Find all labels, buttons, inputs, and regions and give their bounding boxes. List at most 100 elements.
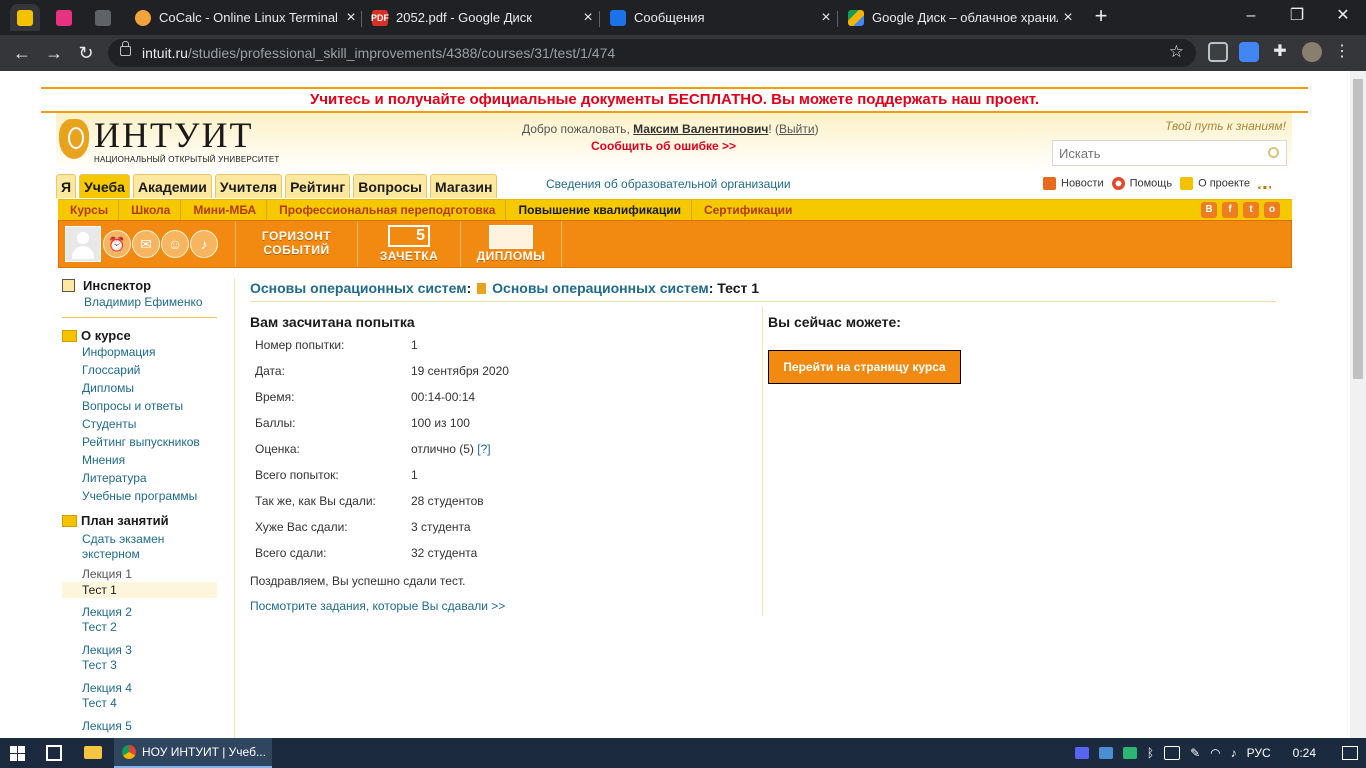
mail-icon[interactable]: ✉	[132, 230, 160, 258]
facebook-icon[interactable]: f	[1222, 202, 1238, 218]
pinned-tab-ext[interactable]	[10, 4, 40, 31]
file-explorer-icon[interactable]	[84, 746, 102, 759]
search-icon[interactable]	[1268, 147, 1279, 158]
user-name-link[interactable]: Максим Валентинович	[633, 122, 768, 136]
about-link[interactable]: О проекте	[1180, 177, 1250, 190]
sidebar-item-students[interactable]: Студенты	[62, 415, 217, 433]
menu-kebab-icon[interactable]: ⋮	[1332, 42, 1352, 62]
news-link[interactable]: Новости	[1043, 177, 1104, 190]
sidebar-item-qa[interactable]: Вопросы и ответы	[62, 397, 217, 415]
inspector-name-link[interactable]: Владимир Ефименко	[62, 293, 217, 311]
tab-questions[interactable]: Вопросы	[353, 174, 427, 198]
notifications-icon[interactable]	[1342, 746, 1358, 760]
lecture-5-link[interactable]: Лекция 5	[62, 719, 217, 734]
close-icon[interactable]: ×	[816, 9, 836, 27]
sidebar-item-glossary[interactable]: Глоссарий	[62, 361, 217, 379]
sidebar-item-diplomas[interactable]: Дипломы	[62, 379, 217, 397]
tab-google-drive[interactable]: Google Диск – облачное хранил ×	[838, 4, 1078, 31]
pen-icon[interactable]: ✎	[1190, 746, 1200, 760]
sidebar-item-programs[interactable]: Учебные программы	[62, 487, 217, 505]
twitter-icon[interactable]: t	[1243, 202, 1259, 218]
odnoklassniki-icon[interactable]: o	[1264, 202, 1280, 218]
user-avatar[interactable]	[65, 226, 101, 262]
search-input[interactable]	[1057, 141, 1251, 165]
bluetooth-icon[interactable]: ᛒ	[1147, 746, 1154, 760]
bookmark-star-icon[interactable]: ☆	[1169, 42, 1184, 62]
restore-button[interactable]: ❐	[1274, 2, 1320, 30]
tray-app-icon-2[interactable]	[1122, 747, 1137, 759]
task-view-icon[interactable]	[46, 745, 62, 761]
scrollbar-thumb[interactable]	[1353, 79, 1363, 379]
tab-study[interactable]: Учеба	[79, 174, 130, 198]
subnav-retraining[interactable]: Профессиональная переподготовка	[273, 200, 507, 221]
subnav-qualification[interactable]: Повышение квалификации	[512, 200, 692, 221]
record-book-button[interactable]: 5 ЗАЧЕТКА	[357, 221, 460, 267]
extensions-puzzle-icon[interactable]: ✚	[1270, 42, 1290, 62]
lecture-4-link[interactable]: Лекция 4	[62, 681, 217, 696]
test-3-link[interactable]: Тест 3	[62, 658, 217, 673]
subnav-certifications[interactable]: Сертификации	[698, 200, 802, 221]
sitemap-link[interactable]	[1257, 178, 1276, 190]
tab-messages[interactable]: Сообщения ×	[600, 4, 836, 31]
lecture-3-link[interactable]: Лекция 3	[62, 643, 217, 658]
about-course-heading[interactable]: О курсе	[62, 328, 217, 343]
breadcrumb-course-link[interactable]: Основы операционных систем	[250, 280, 467, 296]
report-error-link[interactable]: Сообщить об ошибке >>	[591, 139, 736, 153]
horizon-events-button[interactable]: ГОРИЗОНТ СОБЫТИЙ	[235, 221, 357, 267]
lecture-1-link[interactable]: Лекция 1	[62, 567, 217, 582]
minimize-button[interactable]: –	[1228, 2, 1274, 30]
tab-teachers[interactable]: Учителя	[214, 174, 283, 198]
close-icon[interactable]: ×	[1058, 9, 1078, 27]
logout-link[interactable]: Выйти	[779, 122, 815, 136]
close-icon[interactable]: ×	[578, 9, 598, 27]
sidebar-item-literature[interactable]: Литература	[62, 469, 217, 487]
wifi-icon[interactable]: ◠	[1210, 746, 1220, 760]
page-scrollbar[interactable]	[1350, 71, 1366, 738]
tray-app-icon[interactable]	[1098, 747, 1113, 759]
lecture-2-link[interactable]: Лекция 2	[62, 605, 217, 620]
test-2-link[interactable]: Тест 2	[62, 620, 217, 635]
intuit-logo-icon[interactable]	[59, 119, 89, 159]
reload-button[interactable]: ↻	[72, 39, 100, 67]
pinned-tab-screen[interactable]	[88, 4, 118, 31]
org-info-link[interactable]: Сведения об образовательной организации	[546, 177, 791, 191]
logo-title[interactable]: ИНТУИТ	[94, 117, 253, 153]
tab-cocalc[interactable]: CoCalc - Online Linux Terminal ×	[125, 4, 361, 31]
discord-icon[interactable]	[1074, 747, 1089, 759]
volume-icon[interactable]: ♪	[1231, 746, 1237, 760]
subnav-school[interactable]: Школа	[125, 200, 182, 221]
view-tasks-link[interactable]: Посмотрите задания, которые Вы сдавали >…	[250, 599, 505, 613]
address-bar[interactable]: intuit.ru/studies/professional_skill_imp…	[108, 39, 1196, 67]
close-window-button[interactable]: ✕	[1320, 2, 1366, 30]
qr-extension-icon[interactable]	[1208, 42, 1228, 62]
tab-me[interactable]: Я	[56, 174, 77, 198]
clock[interactable]: 0:24	[1293, 746, 1316, 760]
external-exam-link[interactable]: Сдать экзамен экстерном	[62, 532, 217, 562]
grade-help-link[interactable]: [?]	[477, 442, 490, 456]
battery-icon[interactable]	[1164, 746, 1181, 760]
sidebar-item-reviews[interactable]: Мнения	[62, 451, 217, 469]
forward-button[interactable]: →	[40, 39, 68, 67]
back-button[interactable]: ←	[8, 39, 36, 67]
tab-pdf[interactable]: PDF 2052.pdf - Google Диск ×	[362, 4, 598, 31]
support-banner[interactable]: Учитесь и получайте официальные документ…	[41, 87, 1308, 113]
alarm-clock-icon[interactable]: ⏰	[103, 230, 131, 258]
breadcrumb-course2-link[interactable]: Основы операционных систем	[492, 280, 709, 296]
tab-shop[interactable]: Магазин	[429, 174, 498, 198]
bell-icon[interactable]: ♪	[190, 230, 218, 258]
windows-start-icon[interactable]	[10, 746, 25, 761]
new-tab-button[interactable]: +	[1088, 5, 1114, 29]
translate-extension-icon[interactable]	[1239, 42, 1259, 62]
go-to-course-button[interactable]: Перейти на страницу курса	[768, 350, 961, 384]
sidebar-item-graduates-rating[interactable]: Рейтинг выпускников	[62, 433, 217, 451]
pinned-tab-app[interactable]	[49, 4, 79, 31]
tab-rating[interactable]: Рейтинг	[285, 174, 351, 198]
help-link[interactable]: Помощь	[1111, 177, 1172, 190]
subnav-courses[interactable]: Курсы	[64, 200, 120, 221]
diplomas-button[interactable]: ДИПЛОМЫ	[460, 221, 562, 267]
vk-icon[interactable]: В	[1201, 202, 1217, 218]
friends-icon[interactable]: ☺	[161, 230, 189, 258]
lesson-plan-heading[interactable]: План занятий	[62, 513, 217, 528]
tab-academies[interactable]: Академии	[132, 174, 212, 198]
taskbar-chrome-app[interactable]: НОУ ИНТУИТ | Учеб...	[114, 738, 272, 768]
